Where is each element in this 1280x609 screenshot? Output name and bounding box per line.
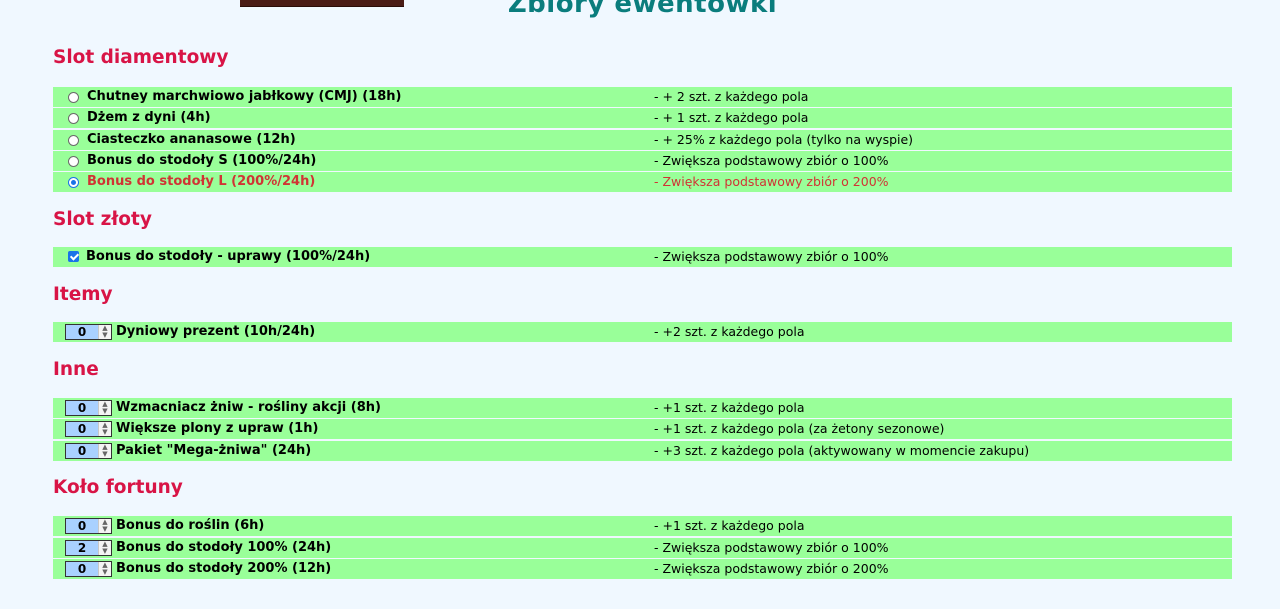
quantity-stepper[interactable]: 0 ▲ ▼ (65, 561, 112, 577)
option-description: - Zwiększa podstawowy zbiór o 100% (654, 249, 889, 264)
option-description: - +1 szt. z każdego pola (za żetony sezo… (654, 421, 945, 436)
option-description: - +2 szt. z każdego pola (654, 324, 805, 339)
option-name: Bonus do stodoły 100% (24h) (116, 540, 332, 555)
option-name: Bonus do stodoły L (200%/24h) (87, 174, 316, 189)
radio-button[interactable] (68, 135, 79, 146)
option-name: Bonus do stodoły S (100%/24h) (87, 153, 317, 168)
spin-buttons[interactable]: ▲ ▼ (98, 519, 111, 533)
option-name: Pakiet "Mega-żniwa" (24h) (116, 443, 312, 458)
checkbox-checked[interactable] (68, 251, 79, 262)
quantity-stepper[interactable]: 2 ▲ ▼ (65, 540, 112, 556)
quantity-value: 0 (77, 325, 87, 339)
option-description: - Zwiększa podstawowy zbiór o 200% (654, 561, 889, 576)
spin-buttons[interactable]: ▲ ▼ (98, 401, 111, 415)
spin-buttons[interactable]: ▲ ▼ (98, 325, 111, 339)
option-name: Bonus do stodoły - uprawy (100%/24h) (86, 249, 371, 264)
item-row-dyniowy-prezent: 0 ▲ ▼ Dyniowy prezent (10h/24h) - +2 szt.… (53, 322, 1232, 342)
section-title-items: Itemy (53, 284, 113, 305)
diamond-option-bonus-s[interactable]: Bonus do stodoły S (100%/24h) - Zwiększa… (53, 151, 1232, 171)
option-description: - +1 szt. z każdego pola (654, 400, 805, 415)
diamond-option-dzem[interactable]: Dżem z dyni (4h) - + 1 szt. z każdego po… (53, 108, 1232, 128)
quantity-value: 0 (77, 401, 87, 415)
quantity-value: 0 (77, 562, 87, 576)
gold-option-bonus-uprawy[interactable]: Bonus do stodoły - uprawy (100%/24h) - Z… (53, 247, 1232, 267)
option-name: Bonus do stodoły 200% (12h) (116, 561, 332, 576)
quantity-value: 0 (77, 444, 87, 458)
quantity-stepper[interactable]: 0 ▲ ▼ (65, 443, 112, 459)
option-description: - + 2 szt. z każdego pola (654, 89, 809, 104)
wheel-row-bonus-stodoly-200: 0 ▲ ▼ Bonus do stodoły 200% (12h) - Zwięk… (53, 559, 1232, 579)
radio-button[interactable] (68, 156, 79, 167)
spin-buttons[interactable]: ▲ ▼ (98, 562, 111, 576)
radio-button-selected[interactable] (68, 177, 79, 188)
quantity-value: 0 (77, 519, 87, 533)
option-description: - +3 szt. z każdego pola (aktywowany w m… (654, 443, 1030, 458)
other-row-wzmacniacz: 0 ▲ ▼ Wzmacniacz żniw - rośliny akcji (8h… (53, 398, 1232, 418)
option-description: - Zwiększa podstawowy zbiór o 100% (654, 540, 889, 555)
spin-buttons[interactable]: ▲ ▼ (98, 541, 111, 555)
option-name: Wzmacniacz żniw - rośliny akcji (8h) (116, 400, 381, 415)
option-name: Większe plony z upraw (1h) (116, 421, 319, 436)
option-description: - +1 szt. z każdego pola (654, 518, 805, 533)
diamond-option-cmj[interactable]: Chutney marchwiowo jabłkowy (CMJ) (18h) … (53, 87, 1232, 107)
diamond-option-ciasteczko[interactable]: Ciasteczko ananasowe (12h) - + 25% z każ… (53, 130, 1232, 150)
quantity-value: 0 (77, 422, 87, 436)
section-title-gold: Slot złoty (53, 209, 152, 230)
quantity-stepper[interactable]: 0 ▲ ▼ (65, 518, 112, 534)
option-description: - + 1 szt. z każdego pola (654, 110, 809, 125)
radio-button[interactable] (68, 92, 79, 103)
option-description: - + 25% z każdego pola (tylko na wyspie) (654, 132, 914, 147)
page-title: Zbiory ewentówki (507, 0, 778, 19)
section-title-other: Inne (53, 359, 99, 380)
spin-buttons[interactable]: ▲ ▼ (98, 422, 111, 436)
spin-buttons[interactable]: ▲ ▼ (98, 444, 111, 458)
quantity-value: 2 (77, 541, 87, 555)
option-description: - Zwiększa podstawowy zbiór o 200% (654, 174, 889, 189)
option-name: Dyniowy prezent (10h/24h) (116, 324, 316, 339)
section-title-diamond: Slot diamentowy (53, 47, 229, 68)
wheel-row-bonus-roslin: 0 ▲ ▼ Bonus do roślin (6h) - +1 szt. z ka… (53, 516, 1232, 536)
section-title-wheel: Koło fortuny (53, 477, 183, 498)
quantity-stepper[interactable]: 0 ▲ ▼ (65, 400, 112, 416)
option-description: - Zwiększa podstawowy zbiór o 100% (654, 153, 889, 168)
option-name: Ciasteczko ananasowe (12h) (87, 132, 296, 147)
option-name: Bonus do roślin (6h) (116, 518, 265, 533)
wheel-row-bonus-stodoly-100: 2 ▲ ▼ Bonus do stodoły 100% (24h) - Zwięk… (53, 538, 1232, 558)
other-row-mega-zniwa: 0 ▲ ▼ Pakiet "Mega-żniwa" (24h) - +3 szt.… (53, 441, 1232, 461)
other-row-wieksze-plony: 0 ▲ ▼ Większe plony z upraw (1h) - +1 szt… (53, 419, 1232, 439)
radio-button[interactable] (68, 113, 79, 124)
quantity-stepper[interactable]: 0 ▲ ▼ (65, 324, 112, 340)
quantity-stepper[interactable]: 0 ▲ ▼ (65, 421, 112, 437)
option-name: Dżem z dyni (4h) (87, 110, 211, 125)
diamond-option-bonus-l[interactable]: Bonus do stodoły L (200%/24h) - Zwiększa… (53, 172, 1232, 192)
option-name: Chutney marchwiowo jabłkowy (CMJ) (18h) (87, 89, 402, 104)
